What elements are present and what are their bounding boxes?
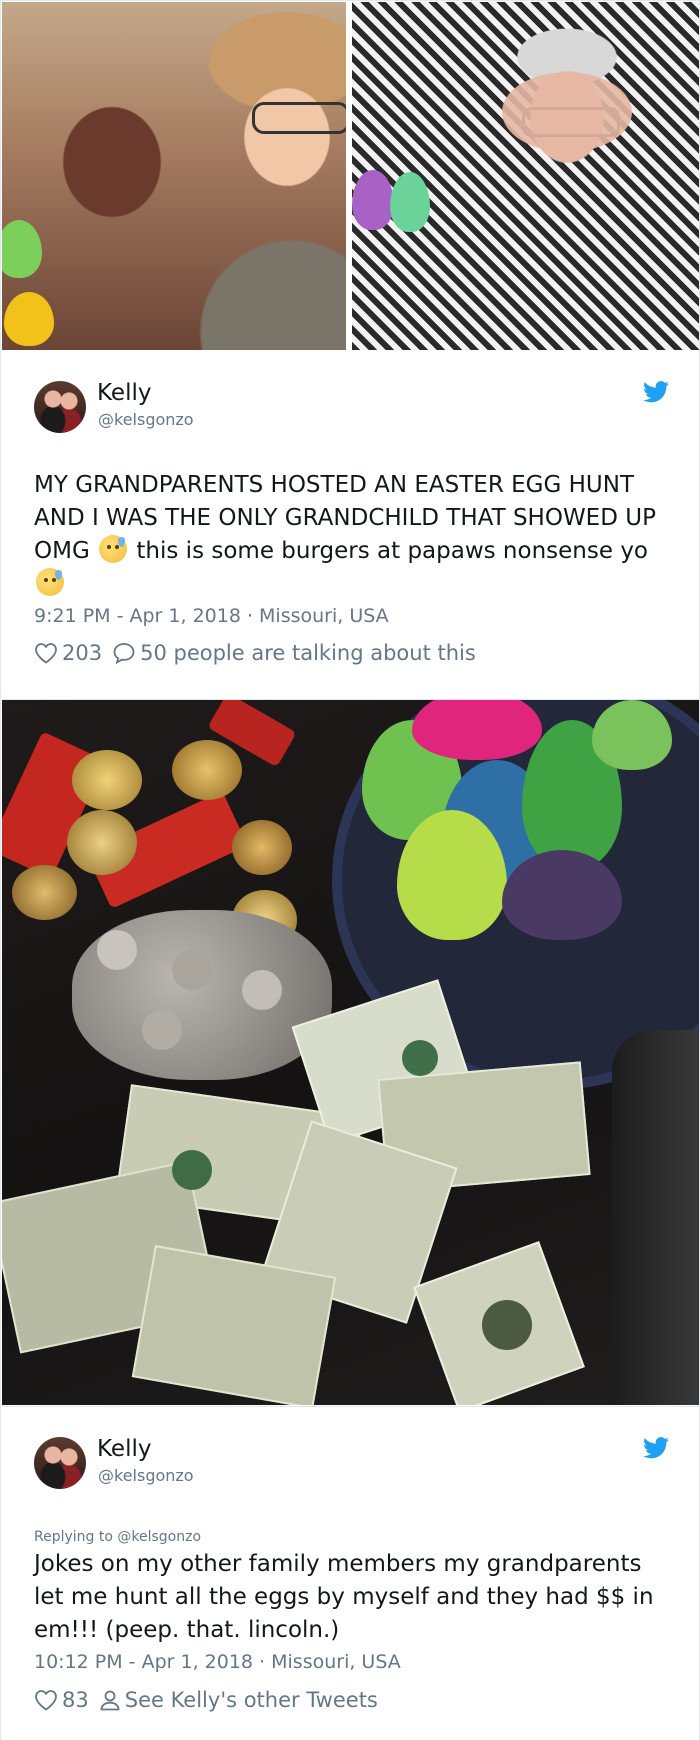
downcast-sweat-emoji-icon <box>36 568 64 596</box>
grandfather-photo[interactable] <box>352 2 699 350</box>
like-count: 83 <box>62 1688 89 1712</box>
profile-link-text: See Kelly's other Tweets <box>124 1688 378 1712</box>
user-name[interactable]: Kelly <box>97 380 151 406</box>
tweet-actions: 203 50 people are talking about this <box>34 641 476 665</box>
avatar[interactable] <box>34 381 86 433</box>
user-handle[interactable]: @kelsgonzo <box>98 410 194 429</box>
twitter-bird-icon[interactable] <box>643 1437 669 1459</box>
tweet-timestamp[interactable]: 10:12 PM - Apr 1, 2018 · Missouri, USA <box>34 1651 401 1673</box>
tweet-text-part2: this is some burgers at papaws nonsense … <box>129 538 648 564</box>
twitter-bird-icon[interactable] <box>643 381 669 403</box>
reply-bubble-icon <box>113 643 135 664</box>
candy-and-money-photo[interactable] <box>2 700 699 1405</box>
heart-icon <box>35 1690 57 1711</box>
conversation-text: 50 people are talking about this <box>140 641 476 665</box>
grandmother-photo[interactable] <box>2 2 346 350</box>
tweet-card-1[interactable]: Kelly @kelsgonzo MY GRANDPARENTS HOSTED … <box>2 351 699 700</box>
avatar[interactable] <box>34 1437 86 1489</box>
like-button[interactable]: 203 <box>34 641 102 665</box>
replying-to-label[interactable]: Replying to @kelsgonzo <box>34 1529 201 1545</box>
conversation-button[interactable]: 50 people are talking about this <box>112 641 476 665</box>
tweet-text: MY GRANDPARENTS HOSTED AN EASTER EGG HUN… <box>34 469 674 601</box>
tweet-actions: 83 See Kelly's other Tweets <box>34 1688 378 1712</box>
user-handle[interactable]: @kelsgonzo <box>98 1466 194 1485</box>
heart-icon <box>35 643 57 664</box>
like-button[interactable]: 83 <box>34 1688 89 1712</box>
tweet-screenshot-frame: Kelly @kelsgonzo MY GRANDPARENTS HOSTED … <box>0 0 700 1740</box>
photo-collage <box>2 2 699 350</box>
profile-link[interactable]: See Kelly's other Tweets <box>99 1688 378 1712</box>
tweet-timestamp[interactable]: 9:21 PM - Apr 1, 2018 · Missouri, USA <box>34 605 389 627</box>
like-count: 203 <box>62 641 103 665</box>
anxious-sweat-emoji-icon <box>99 535 128 563</box>
tweet-text: Jokes on my other family members my gran… <box>34 1551 654 1643</box>
user-name[interactable]: Kelly <box>97 1436 151 1462</box>
person-icon <box>100 1690 120 1711</box>
tweet-card-2[interactable]: Kelly @kelsgonzo Replying to @kelsgonzo … <box>2 1406 699 1740</box>
